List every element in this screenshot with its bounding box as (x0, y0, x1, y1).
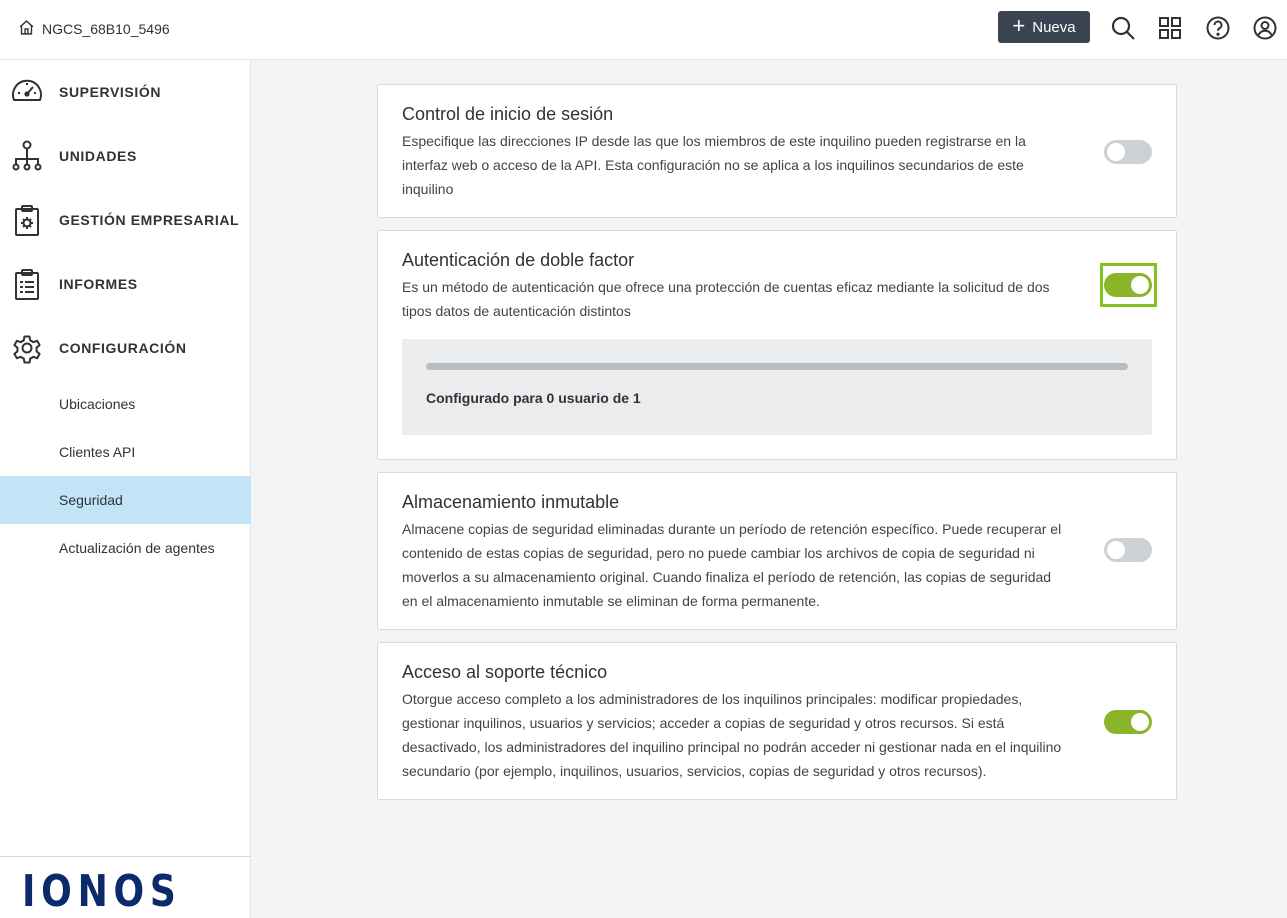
card-description: Almacene copias de seguridad eliminadas … (402, 521, 1062, 609)
sidebar-subitem-agent-updates[interactable]: Actualización de agentes (0, 524, 251, 572)
card-two-factor-auth: Autenticación de doble factor Es un méto… (377, 230, 1177, 460)
sidebar-item-label: SUPERVISIÓN (59, 84, 162, 100)
sidebar-subitem-security[interactable]: Seguridad (0, 476, 251, 524)
sidebar-subitem-label: Seguridad (59, 492, 123, 508)
card-login-control: Control de inicio de sesión Especifique … (377, 84, 1177, 218)
two-factor-status-text: Configurado para 0 usuario de 1 (426, 390, 641, 406)
sidebar-item-label: UNIDADES (59, 148, 137, 164)
sidebar-item-business-management[interactable]: GESTIÓN EMPRESARIAL (0, 188, 251, 252)
report-icon (10, 267, 44, 301)
immutable-storage-toggle[interactable] (1104, 538, 1152, 562)
plus-icon: + (1012, 13, 1026, 38)
sidebar-subitem-api-clients[interactable]: Clientes API (0, 428, 251, 476)
sidebar-subitem-label: Actualización de agentes (59, 540, 215, 556)
speedometer-icon (10, 75, 44, 109)
toggle-knob (1107, 541, 1125, 559)
tenant-selector[interactable]: NGCS_68B10_5496 (18, 19, 170, 39)
sidebar-item-units[interactable]: UNIDADES (0, 124, 251, 188)
sidebar-subitem-locations[interactable]: Ubicaciones (0, 380, 251, 428)
card-title: Autenticación de doble factor (402, 250, 635, 270)
toggle-knob (1131, 713, 1149, 731)
ionos-logo: IONOS (22, 866, 182, 917)
org-tree-icon (10, 139, 44, 173)
two-factor-status-panel: Configurado para 0 usuario de 1 (402, 339, 1152, 435)
card-description: Es un método de autenticación que ofrece… (402, 279, 1050, 319)
new-button[interactable]: + Nueva (998, 11, 1090, 43)
card-title: Almacenamiento inmutable (402, 492, 620, 512)
card-title: Acceso al soporte técnico (402, 662, 608, 682)
sidebar-item-supervision[interactable]: SUPERVISIÓN (0, 60, 251, 124)
top-bar: NGCS_68B10_5496 + Nueva (0, 0, 1287, 60)
sidebar-item-label: CONFIGURACIÓN (59, 340, 187, 356)
two-factor-toggle[interactable] (1104, 273, 1152, 297)
tenant-name: NGCS_68B10_5496 (42, 21, 170, 37)
home-icon (18, 19, 35, 39)
sidebar-item-configuration[interactable]: CONFIGURACIÓN (0, 316, 251, 380)
clipboard-gear-icon (10, 203, 44, 237)
sidebar-item-label: INFORMES (59, 276, 138, 292)
toggle-knob (1107, 143, 1125, 161)
sidebar-subitem-label: Clientes API (59, 444, 136, 460)
gear-icon (10, 331, 44, 365)
sidebar-subitem-label: Ubicaciones (59, 396, 136, 412)
sidebar-item-reports[interactable]: INFORMES (0, 252, 251, 316)
card-title: Control de inicio de sesión (402, 104, 614, 124)
card-support-access: Acceso al soporte técnico Otorgue acceso… (377, 642, 1177, 800)
sidebar: SUPERVISIÓN UNIDADES GESTIÓN EMPRESARIAL… (0, 60, 251, 918)
new-button-label: Nueva (1032, 18, 1076, 36)
toggle-knob (1131, 276, 1149, 294)
sidebar-item-label: GESTIÓN EMPRESARIAL (59, 212, 240, 228)
apps-grid-icon[interactable] (1157, 15, 1183, 41)
card-description: Otorgue acceso completo a los administra… (402, 691, 1062, 779)
two-factor-progress-bar (426, 363, 1128, 370)
card-immutable-storage: Almacenamiento inmutable Almacene copias… (377, 472, 1177, 630)
card-description: Especifique las direcciones IP desde las… (402, 133, 1026, 197)
help-icon[interactable] (1205, 15, 1231, 41)
sidebar-divider (0, 856, 251, 857)
login-control-toggle[interactable] (1104, 140, 1152, 164)
search-icon[interactable] (1110, 15, 1136, 41)
user-account-icon[interactable] (1252, 15, 1278, 41)
support-access-toggle[interactable] (1104, 710, 1152, 734)
